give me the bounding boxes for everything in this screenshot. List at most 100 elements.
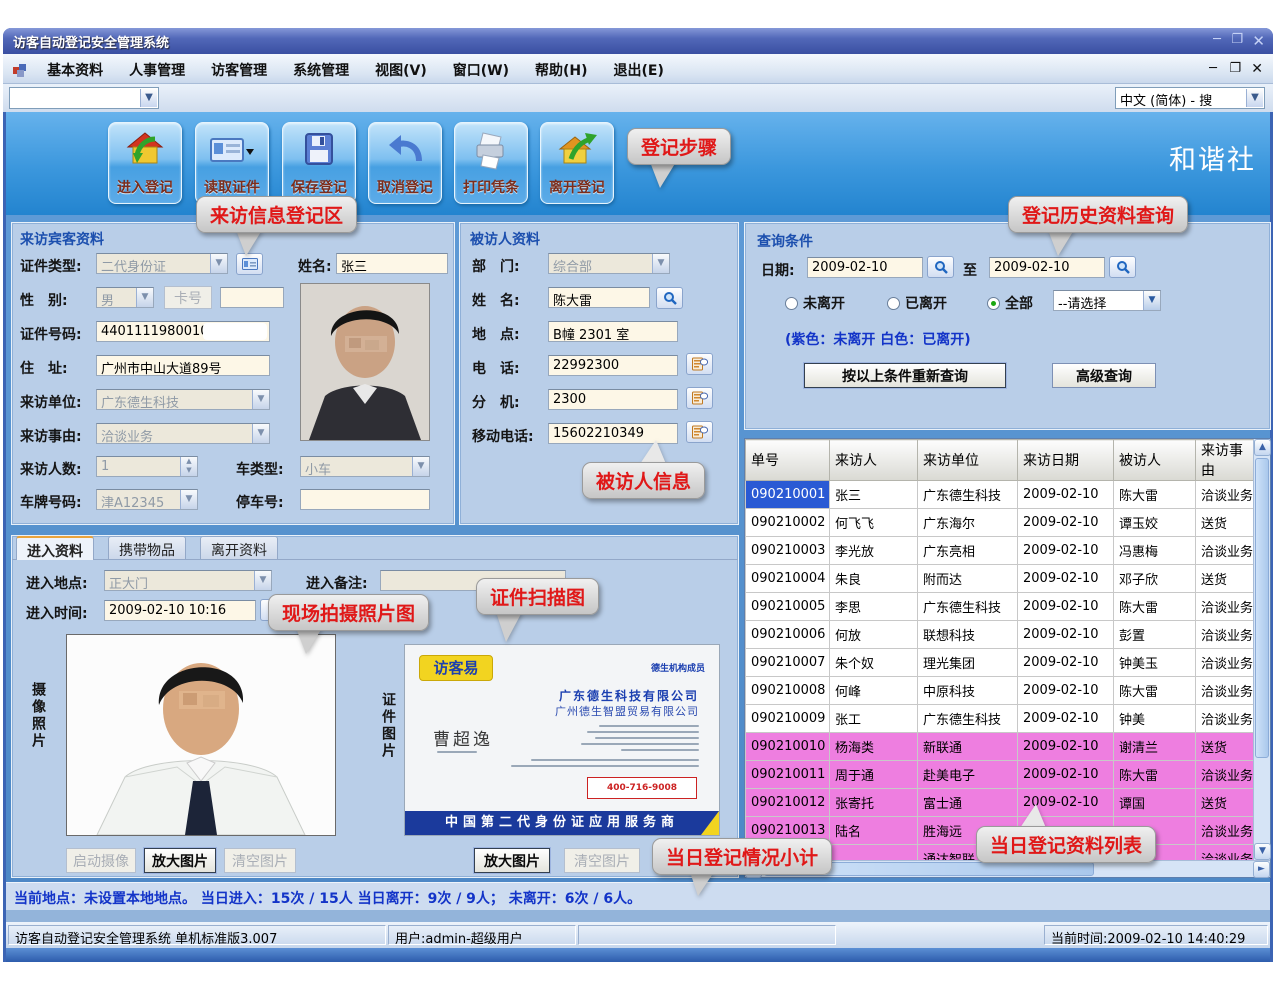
card-no-button[interactable]: 卡号 bbox=[164, 286, 212, 309]
table-cell[interactable]: 洽谈业务 bbox=[1196, 537, 1256, 565]
table-cell[interactable]: 理光集团 bbox=[918, 649, 1018, 677]
table-row[interactable]: 090210010杨海类新联通2009-02-10谢清兰送货 bbox=[746, 733, 1256, 761]
table-cell[interactable]: 2009-02-10 bbox=[1018, 761, 1114, 789]
table-cell[interactable]: 090210004 bbox=[746, 565, 830, 593]
table-column-header[interactable]: 来访日期 bbox=[1018, 440, 1114, 481]
menu-item[interactable]: 退出(E) bbox=[601, 54, 677, 80]
id-card-reader-icon[interactable] bbox=[236, 253, 263, 275]
table-cell[interactable]: 杨海类 bbox=[830, 733, 918, 761]
table-cell[interactable]: 送货 bbox=[1196, 565, 1256, 593]
table-cell[interactable]: 谭玉姣 bbox=[1114, 509, 1196, 537]
table-cell[interactable]: 090210002 bbox=[746, 509, 830, 537]
call-notify-icon[interactable] bbox=[686, 421, 713, 443]
table-row[interactable]: 090210012张寄托富士通2009-02-10谭国送货 bbox=[746, 789, 1256, 817]
table-cell[interactable]: 彭置 bbox=[1114, 621, 1196, 649]
visited-name-input[interactable]: 陈大雷 bbox=[548, 287, 650, 308]
calendar-picker-icon[interactable] bbox=[927, 256, 954, 278]
tab-carried-items[interactable]: 携带物品 bbox=[108, 536, 186, 559]
table-cell[interactable]: 钟美 bbox=[1114, 705, 1196, 733]
search-icon[interactable] bbox=[656, 287, 683, 309]
table-cell[interactable]: 陈大雷 bbox=[1114, 761, 1196, 789]
table-cell[interactable]: 邓子欣 bbox=[1114, 565, 1196, 593]
visitor-name-input[interactable]: 张三 bbox=[336, 253, 448, 274]
date-to-input[interactable]: 2009-02-10 bbox=[989, 257, 1105, 278]
tab-leave-info[interactable]: 离开资料 bbox=[200, 536, 278, 559]
table-row[interactable]: 090210002何飞飞广东海尔2009-02-10谭玉姣送货 bbox=[746, 509, 1256, 537]
menu-item[interactable]: 视图(V) bbox=[362, 54, 440, 80]
table-cell[interactable]: 洽谈业务 bbox=[1196, 761, 1256, 789]
calendar-picker-icon[interactable] bbox=[1109, 256, 1136, 278]
restore-icon[interactable]: ❐ bbox=[1231, 32, 1243, 47]
card-zoom-button[interactable]: 放大图片 bbox=[474, 848, 550, 873]
scroll-up-icon[interactable]: ▲ bbox=[1254, 439, 1271, 456]
leave-register-button[interactable]: 离开登记 bbox=[540, 122, 614, 204]
vertical-scrollbar[interactable]: ▲ ▼ bbox=[1253, 439, 1270, 860]
table-cell[interactable]: 广东德生科技 bbox=[918, 593, 1018, 621]
table-cell[interactable]: 090210012 bbox=[746, 789, 830, 817]
close-icon[interactable]: ✕ bbox=[1252, 32, 1265, 50]
table-cell[interactable]: 中原科技 bbox=[918, 677, 1018, 705]
menu-item[interactable]: 访客管理 bbox=[198, 54, 280, 80]
scroll-down-icon[interactable]: ▼ bbox=[1254, 843, 1271, 860]
requery-button[interactable]: 按以上条件重新查询 bbox=[804, 363, 1006, 388]
table-cell[interactable]: 洽谈业务 bbox=[1196, 649, 1256, 677]
table-cell[interactable]: 陆名 bbox=[830, 817, 918, 845]
table-cell[interactable]: 广东德生科技 bbox=[918, 481, 1018, 509]
table-cell[interactable]: 何放 bbox=[830, 621, 918, 649]
entry-place-select[interactable]: 正大门▼ bbox=[104, 570, 272, 591]
entry-time-input[interactable]: 2009-02-10 10:16 bbox=[104, 600, 256, 621]
table-row[interactable]: 090210011周于通赴美电子2009-02-10陈大雷洽谈业务 bbox=[746, 761, 1256, 789]
chevron-down-icon[interactable]: ▼ bbox=[140, 89, 157, 107]
table-row[interactable]: 090210001张三广东德生科技2009-02-10陈大雷洽谈业务 bbox=[746, 481, 1256, 509]
table-cell[interactable]: 2009-02-10 bbox=[1018, 649, 1114, 677]
photo-zoom-button[interactable]: 放大图片 bbox=[144, 848, 216, 873]
table-cell[interactable]: 李思 bbox=[830, 593, 918, 621]
table-row[interactable]: 090210007朱个奴理光集团2009-02-10钟美玉洽谈业务 bbox=[746, 649, 1256, 677]
table-row[interactable]: 090210009张工广东德生科技2009-02-10钟美洽谈业务 bbox=[746, 705, 1256, 733]
table-row[interactable]: 090210008何峰中原科技2009-02-10陈大雷洽谈业务 bbox=[746, 677, 1256, 705]
parking-no-input[interactable] bbox=[300, 489, 430, 510]
mdi-restore-icon[interactable]: ❐ bbox=[1229, 61, 1241, 76]
table-cell[interactable]: 洽谈业务 bbox=[1196, 705, 1256, 733]
table-cell[interactable]: 2009-02-10 bbox=[1018, 621, 1114, 649]
table-cell[interactable]: 090210003 bbox=[746, 537, 830, 565]
place-input[interactable]: B幢 2301 室 bbox=[548, 321, 678, 342]
table-cell[interactable]: 陈大雷 bbox=[1114, 481, 1196, 509]
enter-register-button[interactable]: 进入登记 bbox=[108, 122, 182, 204]
print-slip-button[interactable]: 打印凭条 bbox=[454, 122, 528, 204]
scroll-right-icon[interactable]: ► bbox=[1253, 861, 1270, 878]
read-card-button[interactable]: 读取证件 bbox=[195, 122, 269, 204]
table-column-header[interactable]: 被访人 bbox=[1114, 440, 1196, 481]
mdi-close-icon[interactable]: ✕ bbox=[1251, 61, 1263, 77]
date-from-input[interactable]: 2009-02-10 bbox=[807, 257, 923, 278]
table-cell[interactable]: 2009-02-10 bbox=[1018, 705, 1114, 733]
table-row[interactable]: 090210005李思广东德生科技2009-02-10陈大雷洽谈业务 bbox=[746, 593, 1256, 621]
card-clear-button[interactable]: 清空图片 bbox=[564, 848, 640, 873]
table-cell[interactable]: 富士通 bbox=[918, 789, 1018, 817]
table-cell[interactable]: 张寄托 bbox=[830, 789, 918, 817]
table-cell[interactable]: 广东亮相 bbox=[918, 537, 1018, 565]
car-type-select[interactable]: 小车▼ bbox=[300, 456, 430, 477]
cancel-register-button[interactable]: 取消登记 bbox=[368, 122, 442, 204]
chevron-down-icon[interactable]: ▼ bbox=[1246, 89, 1263, 107]
reason-select[interactable]: 洽谈业务▼ bbox=[96, 423, 270, 444]
address-input[interactable]: 广州市中山大道89号 bbox=[96, 355, 270, 376]
menu-item[interactable]: 窗口(W) bbox=[440, 54, 522, 80]
table-column-header[interactable]: 单号 bbox=[746, 440, 830, 481]
table-cell[interactable]: 送货 bbox=[1196, 733, 1256, 761]
tab-entry-info[interactable]: 进入资料 bbox=[16, 536, 94, 560]
quick-search-combo[interactable]: ▼ bbox=[9, 87, 159, 109]
table-cell[interactable]: 陈大雷 bbox=[1114, 677, 1196, 705]
table-cell[interactable]: 2009-02-10 bbox=[1018, 509, 1114, 537]
mdi-minimize-icon[interactable]: ─ bbox=[1209, 61, 1217, 76]
table-cell[interactable]: 何飞飞 bbox=[830, 509, 918, 537]
company-select[interactable]: 广东德生科技▼ bbox=[96, 389, 270, 410]
table-cell[interactable]: 联想科技 bbox=[918, 621, 1018, 649]
table-row[interactable]: 090210004朱良附而达2009-02-10邓子欣送货 bbox=[746, 565, 1256, 593]
table-cell[interactable]: 朱良 bbox=[830, 565, 918, 593]
table-cell[interactable]: 2009-02-10 bbox=[1018, 537, 1114, 565]
cert-type-select[interactable]: 二代身份证▼ bbox=[96, 253, 228, 274]
table-row[interactable]: 090210006何放联想科技2009-02-10彭置洽谈业务 bbox=[746, 621, 1256, 649]
start-camera-button[interactable]: 启动摄像 bbox=[66, 848, 136, 873]
table-cell[interactable]: 090210001 bbox=[746, 481, 830, 509]
